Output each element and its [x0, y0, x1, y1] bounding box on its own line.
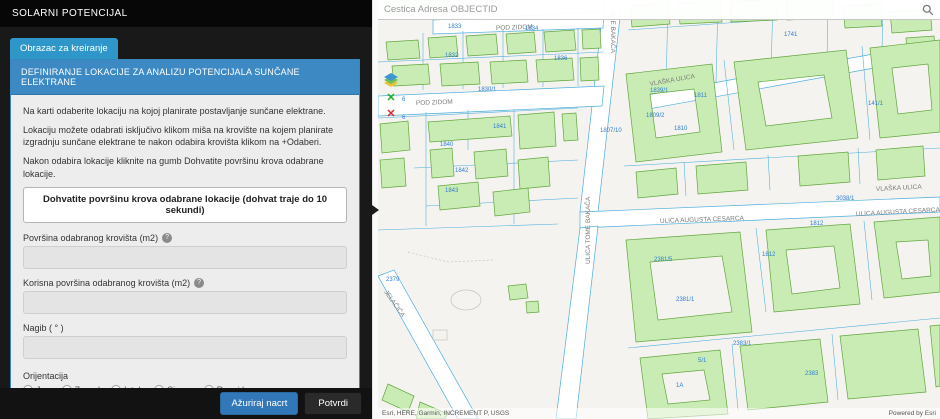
search-icon[interactable]: [922, 4, 934, 16]
roof-area-label-row: Površina odabranog krovišta (m2): [23, 233, 347, 243]
parcel-label: 5/1: [698, 358, 707, 364]
tab-create-form[interactable]: Obrazac za kreiranje: [10, 38, 118, 60]
parcel-label: 1A: [676, 383, 683, 389]
map-attribution-bar: Esri, HERE, Garmin, INCREMENT P, USGS Po…: [378, 408, 940, 419]
help-icon[interactable]: [194, 278, 204, 288]
parcel-label: 2379: [386, 277, 400, 283]
left-panel: SOLARNI POTENCIJAL Obrazac za kreiranje …: [0, 0, 372, 419]
useful-area-label: Korisna površina odabranog krovišta (m2): [23, 278, 190, 288]
update-draft-button[interactable]: Ažuriraj nacrt: [220, 392, 298, 415]
parcel-label: 2383: [805, 371, 819, 377]
parcel-label: 1812: [762, 252, 776, 258]
map-search-input[interactable]: [384, 4, 922, 15]
attribution-text: Esri, HERE, Garmin, INCREMENT P, USGS: [382, 410, 509, 417]
layers-icon[interactable]: [383, 72, 399, 88]
panel-footer: Ažuriraj nacrt Potvrdi: [0, 388, 372, 419]
parcel-label: 1839/1: [650, 88, 669, 94]
powered-by-text: Powered by Esri: [889, 410, 936, 417]
parcel-label: 1833: [448, 24, 462, 30]
parcel-label: 2381/5: [654, 257, 673, 263]
parcel-label: 1809/2: [646, 113, 665, 119]
parcel-label: 2383/1: [733, 341, 752, 347]
location-form-panel: DEFINIRANJE LOKACIJE ZA ANALIZU POTENCIJ…: [10, 59, 360, 419]
parcel-label: 2381/1: [676, 297, 695, 303]
parcel-label: 1830/1: [478, 87, 497, 93]
roof-area-label: Površina odabranog krovišta (m2): [23, 233, 158, 243]
slope-input[interactable]: [23, 336, 347, 359]
confirm-button[interactable]: Potvrdi: [304, 392, 362, 415]
help-icon[interactable]: [162, 233, 172, 243]
parcel-label: 1834: [525, 26, 539, 32]
parcel-label: 1807/10: [600, 128, 622, 134]
fetch-roof-area-button[interactable]: Dohvatite površinu krova odabrane lokaci…: [23, 187, 347, 223]
slope-label-row: Nagib ( ° ): [23, 323, 347, 333]
parcel-label: 1836: [554, 56, 568, 62]
street-label: ULICA TOME BAKAČA: [583, 196, 592, 264]
parcel-label: 1810: [674, 126, 688, 132]
orientation-label: Orijentacija: [23, 371, 347, 381]
map-canvas[interactable]: POD ZIDOMPOD ZIDOMOME BAKAČAVLAŠKA ULICA…: [378, 0, 940, 419]
slope-label: Nagib ( ° ): [23, 323, 64, 333]
parcel-label: 1811: [694, 93, 708, 99]
page-root: SOLARNI POTENCIJAL Obrazac za kreiranje …: [0, 0, 940, 419]
roof-area-input[interactable]: [23, 246, 347, 269]
app-title: SOLARNI POTENCIJAL: [0, 0, 372, 27]
parcel-label: 141/1: [868, 101, 884, 107]
instruction-1: Na karti odaberite lokaciju na kojoj pla…: [23, 105, 347, 117]
street-label: POD ZIDOM: [416, 99, 453, 107]
panel-title: DEFINIRANJE LOKACIJE ZA ANALIZU POTENCIJ…: [11, 60, 359, 95]
parcel-label: 1812: [810, 221, 824, 227]
map-container[interactable]: POD ZIDOMPOD ZIDOMOME BAKAČAVLAŠKA ULICA…: [378, 0, 940, 419]
parcel-label: 1843: [445, 188, 459, 194]
delete-marker-red-icon[interactable]: ✕: [386, 109, 395, 120]
useful-area-input[interactable]: [23, 291, 347, 314]
map-tools: ✕ ✕: [383, 72, 399, 120]
parcel-label: 1842: [455, 168, 469, 174]
panel-body: Na karti odaberite lokaciju na kojoj pla…: [11, 95, 359, 419]
useful-area-label-row: Korisna površina odabranog krovišta (m2): [23, 278, 347, 288]
instruction-2: Lokaciju možete odabrati isključivo klik…: [23, 124, 347, 148]
parcel-label: 1832: [445, 53, 459, 59]
map-search-bar: [378, 0, 940, 20]
collapse-panel-arrow-icon[interactable]: [372, 205, 379, 215]
parcel-label: 1840: [440, 142, 454, 148]
parcel-label: 3038/1: [836, 196, 855, 202]
parcel-label: 1841: [493, 124, 507, 130]
parcel-label: 1741: [784, 32, 798, 38]
select-marker-green-icon[interactable]: ✕: [386, 93, 395, 104]
instruction-3: Nakon odabira lokacije kliknite na gumb …: [23, 155, 347, 179]
